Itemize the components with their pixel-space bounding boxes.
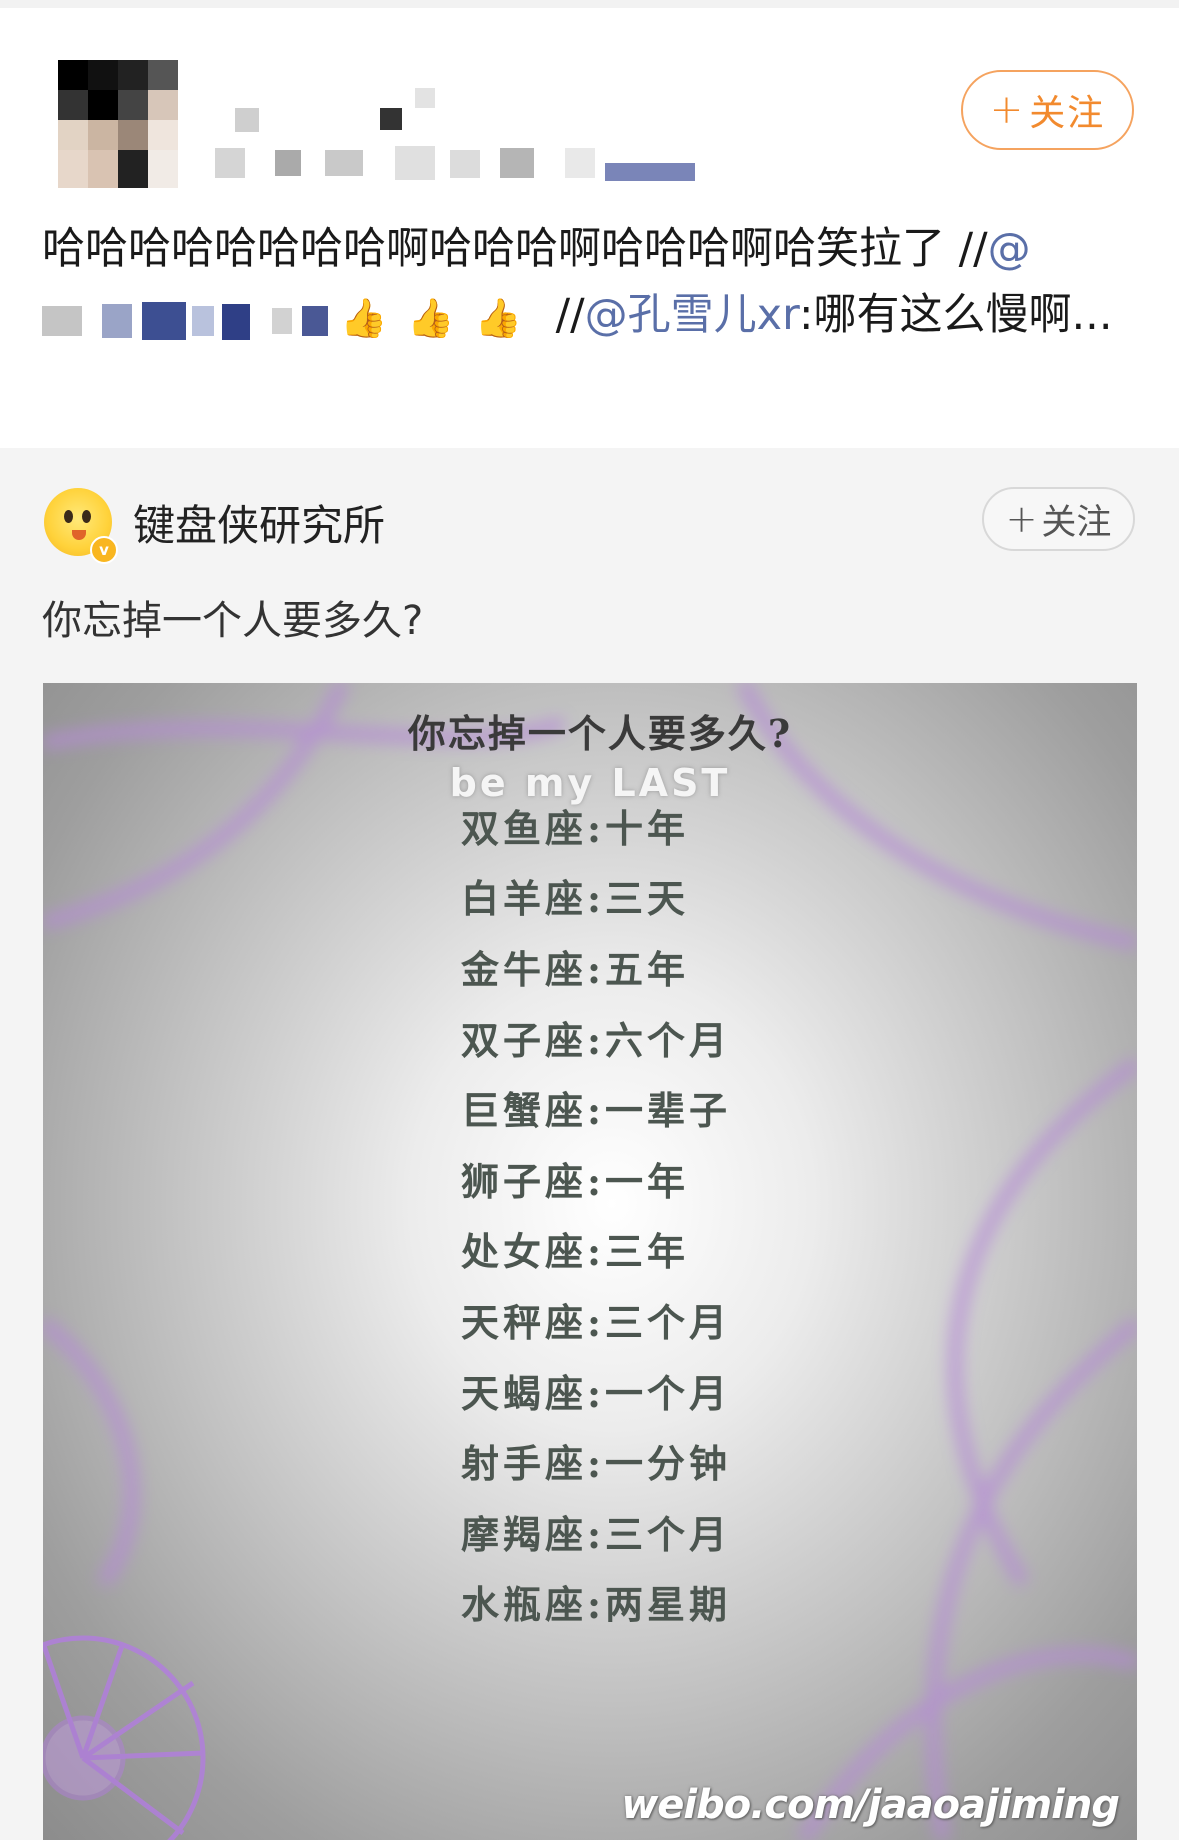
image-watermark: weibo.com/jaaoajiming (621, 1782, 1120, 1828)
verified-badge-icon: v (90, 536, 118, 564)
zodiac-sign: 水瓶座: (460, 1582, 605, 1627)
zodiac-duration: 一辈子 (605, 1088, 732, 1133)
zodiac-row: 水瓶座:两星期 (43, 1574, 1137, 1629)
avatar-eye (82, 510, 91, 523)
quote-prefix: // (541, 290, 585, 340)
follow-author-button[interactable]: + 关注 (982, 487, 1135, 551)
zodiac-row: 天秤座:三个月 (43, 1292, 1137, 1347)
zodiac-sign: 巨蟹座: (460, 1088, 605, 1133)
thumbs-up-icon: 👍 (474, 295, 522, 340)
zodiac-duration: 十年 (605, 806, 690, 851)
zodiac-duration: 六个月 (605, 1018, 732, 1063)
zodiac-row: 巨蟹座:一辈子 (43, 1080, 1137, 1135)
zodiac-row: 白羊座:三天 (43, 868, 1137, 923)
author-name[interactable]: 键盘侠研究所 (133, 492, 385, 553)
quote-text: :哪有这么慢啊... (799, 290, 1113, 340)
repost-text: 哈哈哈哈哈哈哈哈啊哈哈哈啊哈哈哈啊哈笑拉了 //@ 👍 👍 👍 //@孔雪儿xr:哪… (42, 216, 1137, 351)
zodiac-row: 处女座:三年 (43, 1221, 1137, 1276)
zodiac-sign: 摩羯座: (460, 1512, 605, 1557)
zodiac-sign: 双子座: (460, 1018, 605, 1063)
follow-label: 关注 (1029, 93, 1106, 134)
thumbs-up-icon: 👍 (340, 295, 388, 340)
repost-main-text: 哈哈哈哈哈哈哈哈啊哈哈哈啊哈哈哈啊哈笑拉了 // (42, 224, 988, 274)
zodiac-sign: 射手座: (460, 1441, 605, 1486)
avatar-mouth (72, 530, 86, 540)
mention-link-blurred[interactable]: @ (988, 224, 1031, 274)
top-divider (0, 0, 1179, 8)
zodiac-row: 射手座:一分钟 (43, 1433, 1137, 1488)
image-title: 你忘掉一个人要多久? (407, 711, 793, 756)
zodiac-sign: 天蝎座: (460, 1371, 605, 1416)
zodiac-sign: 天秤座: (460, 1300, 605, 1345)
zodiac-duration: 三年 (605, 1229, 690, 1274)
zodiac-row: 双鱼座:十年 (43, 798, 1137, 853)
follow-label: 关注 (1041, 502, 1112, 543)
zodiac-duration: 一分钟 (605, 1441, 732, 1486)
plus-icon: + (1005, 497, 1038, 541)
repost-item: + 关注 哈哈哈哈哈哈哈哈啊哈哈哈啊哈哈哈啊哈笑拉了 //@ 👍 👍 👍 //@孔雪… (0, 8, 1179, 448)
zodiac-duration: 两星期 (605, 1582, 732, 1627)
user-avatar-blurred[interactable] (58, 60, 178, 188)
zodiac-duration: 五年 (605, 947, 690, 992)
zodiac-sign: 金牛座: (460, 947, 605, 992)
attached-image[interactable]: 你忘掉一个人要多久? be my LAST 双鱼座:十年 白羊座:三天 金牛座:… (43, 683, 1137, 1840)
mention-link[interactable]: @孔雪儿xr (585, 290, 799, 340)
mention-name-blurred[interactable] (42, 295, 332, 340)
original-post-card[interactable]: v 键盘侠研究所 + 关注 你忘掉一个人要多久? 你忘掉一个人要多久? be m… (0, 448, 1179, 1840)
zodiac-duration: 一年 (605, 1159, 690, 1204)
plus-icon: + (989, 87, 1026, 133)
zodiac-row: 双子座:六个月 (43, 1010, 1137, 1065)
zodiac-sign: 白羊座: (460, 876, 605, 921)
zodiac-duration: 三个月 (605, 1300, 732, 1345)
original-post-text: 你忘掉一个人要多久? (42, 598, 424, 644)
zodiac-sign: 处女座: (460, 1229, 605, 1274)
avatar-eye (64, 510, 73, 523)
zodiac-row: 天蝎座:一个月 (43, 1363, 1137, 1418)
zodiac-row: 摩羯座:三个月 (43, 1504, 1137, 1559)
zodiac-sign: 双鱼座: (460, 806, 605, 851)
username-blurred[interactable] (215, 88, 725, 188)
zodiac-duration: 三个月 (605, 1512, 732, 1557)
zodiac-sign: 狮子座: (460, 1159, 605, 1204)
zodiac-row: 金牛座:五年 (43, 939, 1137, 994)
author-avatar[interactable]: v (44, 488, 118, 564)
zodiac-duration: 一个月 (605, 1371, 732, 1416)
follow-button[interactable]: + 关注 (961, 70, 1134, 150)
thumbs-up-icon: 👍 (407, 295, 455, 340)
zodiac-row: 狮子座:一年 (43, 1151, 1137, 1206)
zodiac-duration: 三天 (605, 876, 690, 921)
